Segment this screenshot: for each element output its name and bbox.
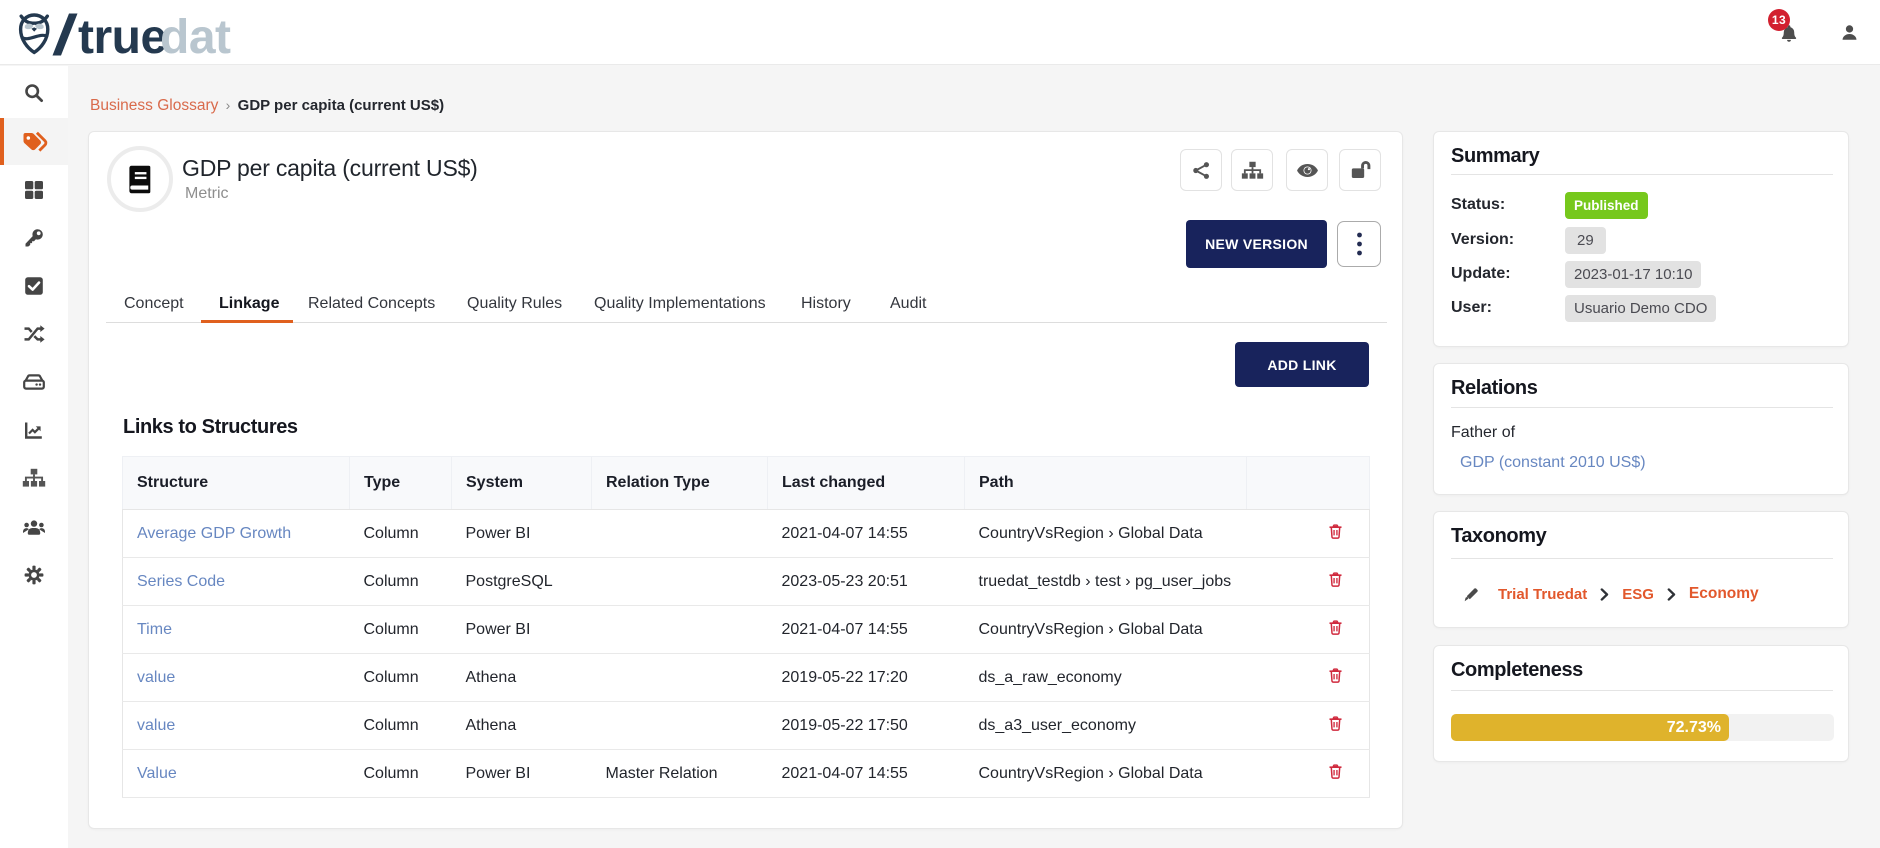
svg-text:dat: dat [160, 12, 231, 58]
svg-text:true: true [78, 12, 167, 58]
